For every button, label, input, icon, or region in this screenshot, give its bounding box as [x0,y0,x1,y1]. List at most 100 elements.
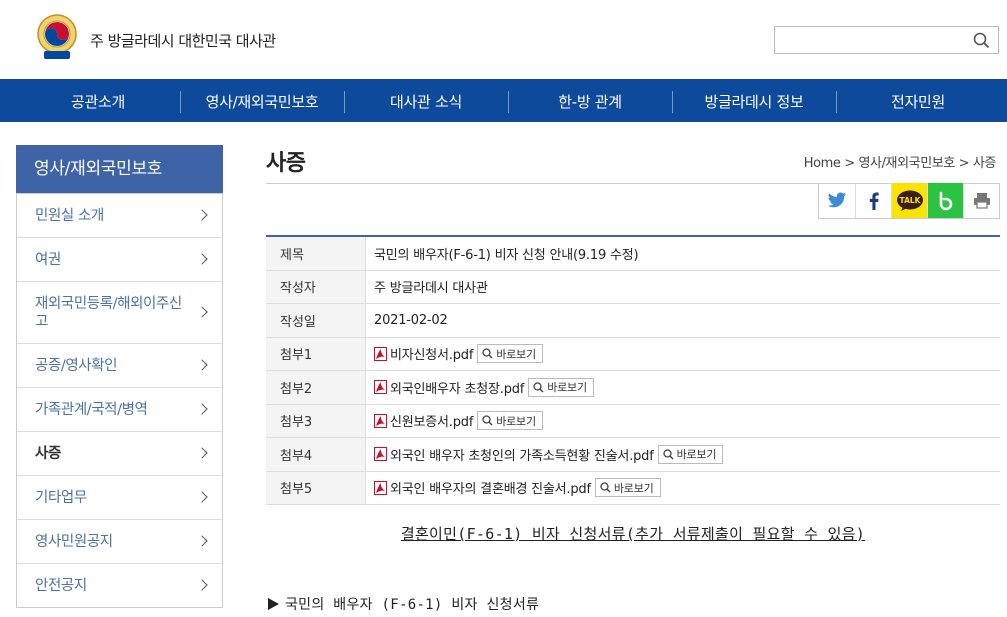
attachment-label: 첨부5 [266,471,366,504]
kakaotalk-share-button[interactable]: TALK [891,183,927,218]
attachment-link[interactable]: 비자신청서.pdf [390,344,473,363]
sidebar-item-passport[interactable]: 여권 [17,237,222,281]
pdf-file-icon [374,480,387,495]
preview-button[interactable]: 바로보기 [594,478,661,498]
nav-item-embassy-intro[interactable]: 공관소개 [16,79,180,122]
preview-button[interactable]: 바로보기 [528,377,594,397]
search-box [774,26,999,54]
attachment-link[interactable]: 외국인 배우자의 결혼배경 진술서.pdf [390,478,591,497]
twitter-icon [827,192,847,208]
nav-item-korea-bangladesh[interactable]: 한-방 관계 [508,79,672,122]
attachment-link[interactable]: 외국인배우자 초청장.pdf [390,378,524,397]
nav-item-embassy-news[interactable]: 대사관 소식 [344,79,508,122]
sidebar-item-label: 재외국민등록/해외이주신고 [35,295,182,330]
attachment-cell: 외국인배우자 초청장.pdf 바로보기 [366,371,1000,404]
attachment-row: 첨부3 신원보증서.pdf 바로보기 [266,404,1000,438]
pdf-file-icon [374,447,387,462]
section-heading: 국민의 배우자 (F-6-1) 비자 신청서류 [268,594,539,614]
sidebar: 영사/재외국민보호 민원실 소개 여권 재외국민등록/해외이주신고 공증/영사확… [16,145,223,608]
pdf-file-icon [374,413,387,428]
magnifier-icon [482,348,493,359]
post-subject: 국민의 배우자(F-6-1) 비자 신청 안내(9.19 수정) [374,247,639,263]
sidebar-item-label: 기타업무 [35,489,87,506]
attachment-row: 첨부5 외국인 배우자의 결혼배경 진술서.pdf 바로보기 [266,471,1000,505]
facebook-share-button[interactable] [855,183,891,218]
chevron-right-icon [196,208,208,221]
chevron-right-icon [196,358,208,371]
chevron-right-icon [196,534,208,547]
chevron-right-icon [196,305,208,318]
sidebar-item-safety-notice[interactable]: 안전공지 [17,563,222,607]
sidebar-item-label: 가족관계/국적/병역 [35,401,148,418]
attachment-row: 첨부4 외국인 배우자 초청인의 가족소득현황 진술서.pdf 바로보기 [266,438,1000,472]
magnifier-icon [482,415,493,426]
sidebar-item-consular-notice[interactable]: 영사민원공지 [17,519,222,563]
visa-documents-link[interactable]: 결혼이민(F-6-1) 비자 신청서류(추가 서류제출이 필요할 수 있음) [266,523,1000,544]
attachment-label: 첨부2 [266,371,366,404]
table-row: 작성일 2021-02-02 [266,304,1000,338]
attachment-cell: 신원보증서.pdf 바로보기 [366,405,1000,438]
preview-label: 바로보기 [676,448,717,462]
sidebar-item-notarization[interactable]: 공증/영사확인 [17,343,222,387]
nav-item-e-civil[interactable]: 전자민원 [836,79,1000,122]
search-icon[interactable] [973,32,990,49]
section-heading-text: 국민의 배우자 (F-6-1) 비자 신청서류 [285,597,540,613]
nav-item-bangladesh-info[interactable]: 방글라데시 정보 [672,79,836,122]
attachment-row: 첨부1 비자신청서.pdf 바로보기 [266,337,1000,371]
breadcrumb: Home > 영사/재외국민보호 > 사증 [803,156,997,171]
chevron-right-icon [196,446,208,459]
attachment-cell: 외국인 배우자의 결혼배경 진술서.pdf 바로보기 [366,472,1000,505]
kakaotalk-icon: TALK [896,190,923,211]
sidebar-item-label: 민원실 소개 [35,207,104,224]
attachment-cell: 비자신청서.pdf 바로보기 [366,338,1000,371]
preview-label: 바로보기 [496,347,536,361]
sidebar-item-label: 공증/영사확인 [35,357,118,374]
table-row: 작성자 주 방글라데시 대사관 [266,270,1000,304]
post-info-table: 제목 국민의 배우자(F-6-1) 비자 신청 안내(9.19 수정) 작성자 … [266,235,1000,505]
magnifier-icon [662,449,674,460]
facebook-icon [869,192,879,210]
chevron-right-icon [196,490,208,503]
band-icon [939,191,952,210]
author-label: 작성자 [266,270,366,303]
sidebar-title: 영사/재외국민보호 [16,145,223,193]
band-share-button[interactable] [927,183,963,218]
twitter-share-button[interactable] [819,183,855,218]
pdf-file-icon [374,346,387,361]
subject-label: 제목 [266,237,366,270]
print-button[interactable] [963,183,999,218]
magnifier-icon [600,482,611,493]
chevron-right-icon [196,578,208,591]
sidebar-item-visa[interactable]: 사증 [17,431,222,475]
embassy-emblem-logo[interactable] [36,13,78,61]
sidebar-item-label: 영사민원공지 [35,533,113,550]
sidebar-item-office-intro[interactable]: 민원실 소개 [17,193,222,237]
preview-button[interactable]: 바로보기 [477,411,543,431]
pdf-file-icon [374,380,387,395]
attachment-label: 첨부3 [266,404,366,437]
search-input[interactable] [781,30,961,50]
site-title[interactable]: 주 방글라데시 대한민국 대사관 [90,30,276,51]
chevron-right-icon [196,252,208,265]
nav-item-consular[interactable]: 영사/재외국민보호 [180,79,344,122]
post-author: 주 방글라데시 대사관 [374,281,488,297]
site-header: 주 방글라데시 대한민국 대사관 [0,0,1007,79]
magnifier-icon [533,382,544,393]
sidebar-item-label: 사증 [35,445,61,462]
attachment-link[interactable]: 신원보증서.pdf [390,411,473,430]
attachment-link[interactable]: 외국인 배우자 초청인의 가족소득현황 진술서.pdf [390,445,654,464]
attachment-row: 첨부2 외국인배우자 초청장.pdf 바로보기 [266,371,1000,405]
sidebar-item-other-services[interactable]: 기타업무 [17,475,222,519]
sidebar-menu: 민원실 소개 여권 재외국민등록/해외이주신고 공증/영사확인 가족관계/국적/… [16,193,223,608]
main-navigation: 공관소개 영사/재외국민보호 대사관 소식 한-방 관계 방글라데시 정보 전자… [0,79,1007,122]
attachment-cell: 외국인 배우자 초청인의 가족소득현황 진술서.pdf 바로보기 [366,438,1000,471]
sidebar-item-label: 안전공지 [35,577,87,594]
preview-button[interactable]: 바로보기 [477,344,543,364]
print-icon [973,193,990,209]
sidebar-item-label: 여권 [35,251,61,268]
chevron-right-icon [196,402,208,415]
sidebar-item-family-nationality[interactable]: 가족관계/국적/병역 [17,387,222,431]
preview-button[interactable]: 바로보기 [657,444,724,464]
preview-label: 바로보기 [547,381,587,395]
sidebar-item-overseas-registration[interactable]: 재외국민등록/해외이주신고 [17,281,222,343]
